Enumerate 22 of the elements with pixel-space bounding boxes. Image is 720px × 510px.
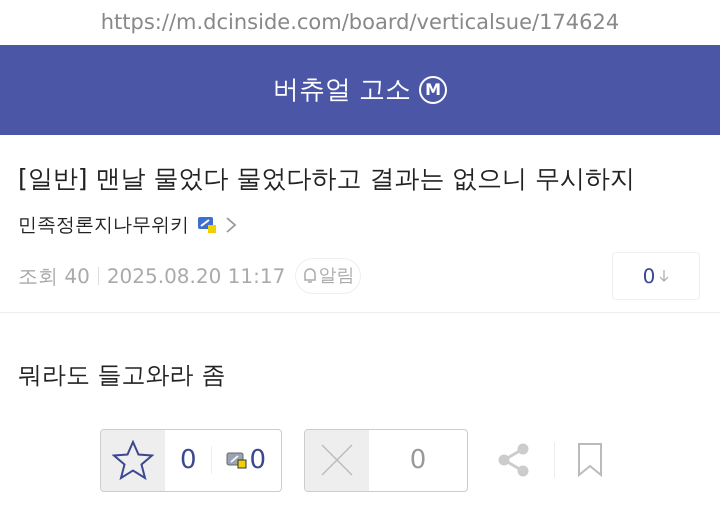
upvote-button[interactable] bbox=[101, 430, 165, 490]
minor-badge: M bbox=[419, 76, 448, 104]
view-count: 조회 40 bbox=[18, 262, 90, 290]
post-date: 2025.08.20 11:17 bbox=[106, 262, 286, 290]
author-name[interactable]: 민족정론지나무위키 bbox=[18, 211, 189, 240]
gallery-icon bbox=[226, 451, 248, 469]
downvote-count: 0 bbox=[410, 444, 426, 476]
upvote-count: 0 bbox=[180, 444, 196, 476]
bell-icon bbox=[302, 266, 318, 284]
arrow-down-icon bbox=[659, 268, 670, 282]
downvote-button[interactable] bbox=[305, 430, 369, 490]
post-body: 뭐라도 들고와라 좀 bbox=[17, 360, 226, 390]
fixed-nick-icon bbox=[197, 216, 217, 234]
chevron-right-icon[interactable] bbox=[225, 216, 237, 234]
bookmark-icon[interactable] bbox=[577, 442, 603, 478]
star-icon bbox=[112, 440, 154, 480]
comment-count-button[interactable]: 0 bbox=[612, 252, 700, 300]
fixed-upvote-count: 0 bbox=[250, 444, 266, 476]
board-title[interactable]: 버츄얼 고소 bbox=[272, 70, 412, 110]
close-icon bbox=[320, 443, 354, 477]
url-text: https://m.dcinside.com/board/verticalsue/174624 bbox=[100, 8, 620, 36]
post-title: [일반] 맨날 물었다 물었다하고 결과는 없으니 무시하지 bbox=[18, 163, 636, 195]
